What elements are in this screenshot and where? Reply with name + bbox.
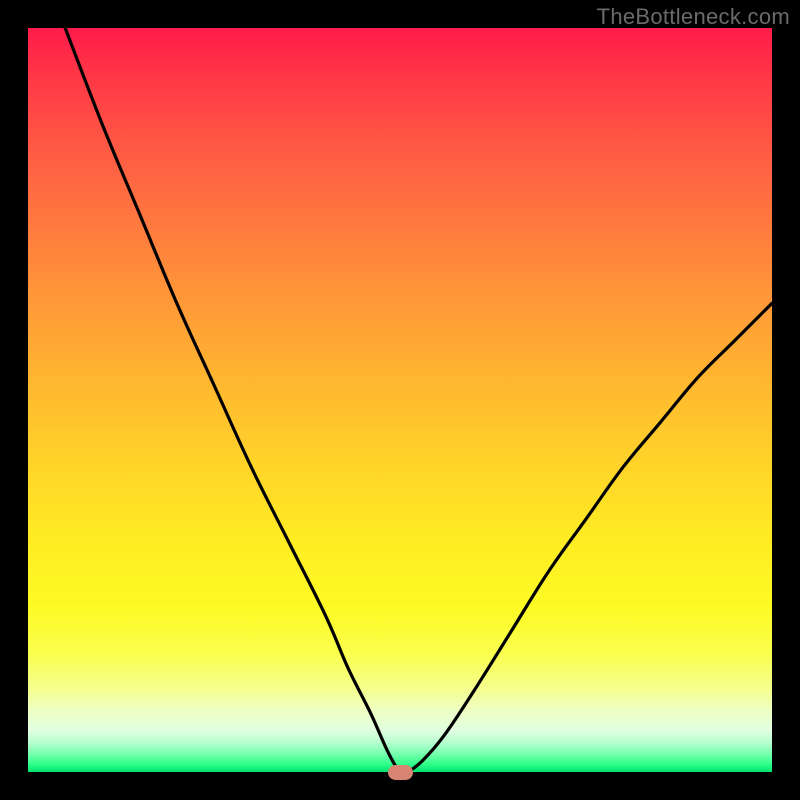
chart-frame: TheBottleneck.com xyxy=(0,0,800,800)
watermark-text: TheBottleneck.com xyxy=(597,4,790,30)
minimum-marker xyxy=(388,765,413,780)
plot-area xyxy=(28,28,772,772)
bottleneck-curve xyxy=(28,28,772,772)
